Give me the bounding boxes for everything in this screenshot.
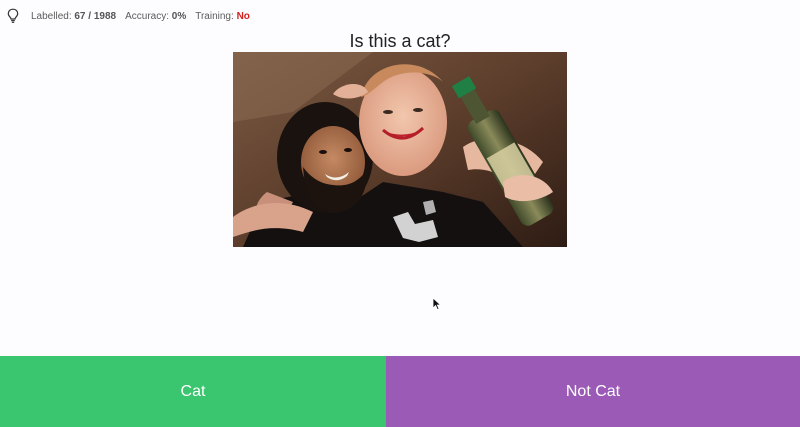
cat-button[interactable]: Cat [0,356,386,427]
accuracy-stat: Accuracy: 0% [125,11,186,22]
labelled-stat: Labelled: 67 / 1988 [31,11,116,22]
labelled-value: 67 / 1988 [74,10,117,22]
sample-image [233,52,567,247]
labelling-page: Labelled: 67 / 1988 Accuracy: 0% Trainin… [0,0,800,427]
lightbulb-icon [7,8,19,24]
accuracy-label: Accuracy: [125,10,169,22]
accuracy-value: 0% [171,10,187,22]
mouse-cursor-icon [432,297,442,311]
labelled-label: Labelled: [31,10,72,22]
status-bar: Labelled: 67 / 1988 Accuracy: 0% Trainin… [7,7,259,25]
training-stat: Training: No [195,11,250,22]
training-value: No [236,10,250,22]
training-label: Training: [195,10,234,22]
not-cat-button[interactable]: Not Cat [386,356,800,427]
question-heading: Is this a cat? [349,31,451,51]
